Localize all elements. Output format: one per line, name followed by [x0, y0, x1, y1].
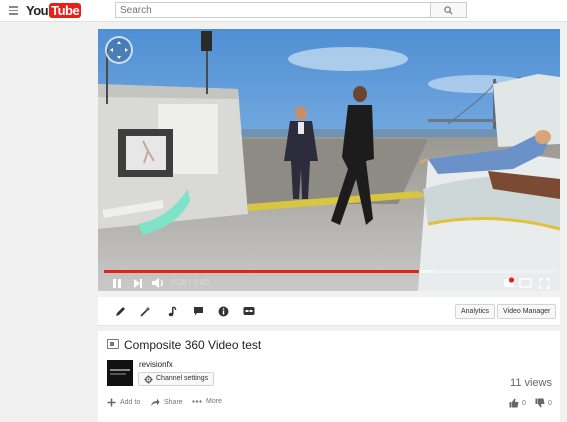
more-label: More: [206, 398, 222, 405]
magnifier-icon: [444, 6, 453, 15]
video-frame: [98, 29, 560, 291]
masthead: You Tube: [0, 0, 567, 22]
share-label: Share: [164, 399, 183, 406]
theater-mode-button[interactable]: [519, 276, 532, 290]
time-total: 0:40: [193, 278, 209, 287]
annotation-icon: [193, 306, 203, 315]
channel-settings-button[interactable]: Channel settings: [138, 372, 215, 386]
video-title-icon: [107, 339, 119, 349]
cc-icon: [243, 307, 255, 315]
channel-avatar[interactable]: [107, 360, 133, 386]
video-info-card: Composite 360 Video test revisionfx Chan…: [98, 331, 560, 422]
dislike-button[interactable]: 0: [535, 398, 552, 408]
logo-you-text: You: [26, 2, 49, 18]
fullscreen-icon: [539, 277, 550, 289]
next-icon: [134, 278, 142, 288]
info-icon: [218, 306, 228, 316]
share-button[interactable]: Share: [150, 398, 183, 407]
volume-icon: [152, 278, 163, 288]
add-to-button[interactable]: Add to: [107, 398, 140, 407]
plus-icon: [107, 398, 116, 407]
pause-icon: [113, 278, 121, 288]
subtitles-button[interactable]: [243, 305, 255, 317]
video-player[interactable]: 0:28 / 0:40: [98, 29, 560, 291]
progress-played: [104, 270, 419, 273]
player-controls: 0:28 / 0:40: [98, 275, 560, 291]
thumbs-up-icon: [509, 398, 519, 408]
360-navigation-icon[interactable]: [105, 36, 133, 64]
music-note-icon: [168, 305, 177, 316]
next-button[interactable]: [133, 276, 143, 290]
gear-icon: [144, 375, 153, 384]
channel-name-link[interactable]: revisionfx: [139, 360, 173, 369]
more-button[interactable]: More: [192, 398, 222, 405]
video-toolbar: Analytics Video Manager: [98, 297, 560, 326]
like-count: 0: [522, 399, 526, 407]
like-button[interactable]: 0: [509, 398, 526, 408]
edit-video-button[interactable]: [114, 305, 126, 317]
add-to-label: Add to: [120, 399, 141, 406]
video-manager-button[interactable]: Video Manager: [497, 304, 557, 319]
enhancements-button[interactable]: [139, 305, 151, 317]
360-badge-button[interactable]: [503, 276, 515, 290]
search-input[interactable]: [115, 2, 431, 18]
time-display: 0:28 / 0:40: [171, 278, 209, 287]
channel-settings-label: Channel settings: [156, 375, 209, 382]
more-dots-icon: [192, 400, 202, 403]
pencil-icon: [115, 306, 125, 316]
progress-bar[interactable]: [104, 270, 554, 273]
volume-button[interactable]: [151, 276, 165, 290]
analytics-button[interactable]: Analytics: [455, 304, 496, 319]
magic-wand-icon: [139, 306, 150, 317]
share-arrow-icon: [151, 398, 160, 406]
video-title: Composite 360 Video test: [124, 338, 262, 352]
info-cards-button[interactable]: [217, 305, 229, 317]
annotations-button[interactable]: [192, 305, 204, 317]
time-current: 0:28: [171, 278, 187, 287]
dislike-count: 0: [548, 399, 552, 407]
search-button[interactable]: [431, 2, 467, 18]
action-row: Add to Share More 0 0: [98, 394, 560, 414]
logo-tube-text: Tube: [49, 2, 82, 18]
pause-button[interactable]: [112, 276, 122, 290]
360-badge-icon: [504, 277, 515, 287]
audio-button[interactable]: [166, 305, 178, 317]
view-count: 11 views: [510, 377, 552, 389]
youtube-logo[interactable]: You Tube: [26, 2, 82, 18]
fullscreen-button[interactable]: [539, 276, 550, 290]
theater-mode-icon: [519, 278, 532, 288]
thumbs-down-icon: [535, 398, 545, 408]
hamburger-icon[interactable]: [9, 6, 18, 15]
